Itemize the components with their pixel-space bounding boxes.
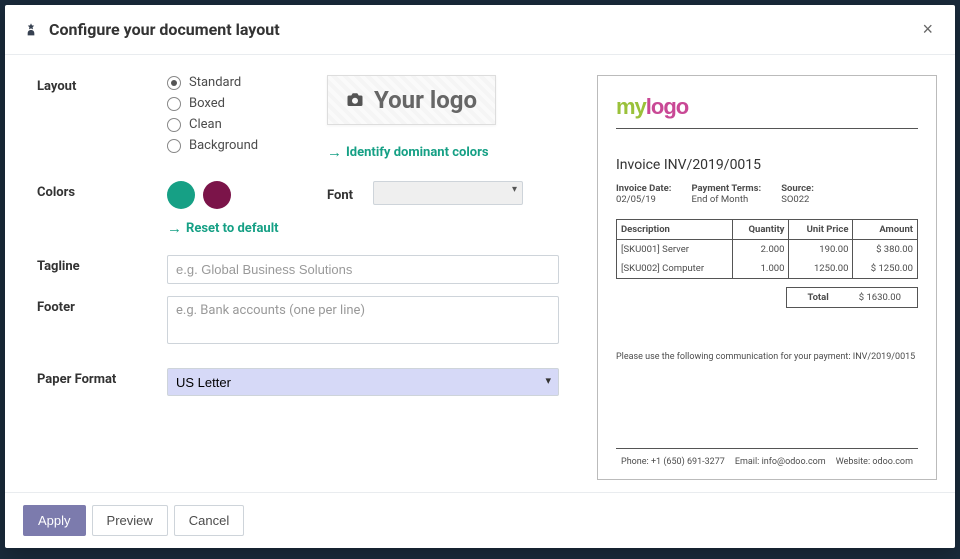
modal-footer: Apply Preview Cancel [5, 492, 955, 548]
table-row: [SKU001] Server 2.000 190.00 $ 380.00 [617, 240, 918, 260]
reset-colors-link[interactable]: → Reset to default [167, 219, 279, 237]
color-swatch-primary[interactable] [167, 181, 195, 209]
radio-icon [167, 139, 181, 153]
preview-button[interactable]: Preview [92, 505, 168, 536]
colors-label: Colors [37, 181, 167, 200]
layout-radio-boxed[interactable]: Boxed [167, 96, 307, 111]
divider [616, 128, 918, 129]
radio-icon [167, 97, 181, 111]
layout-options: Standard Boxed Clean [167, 75, 307, 159]
cancel-button[interactable]: Cancel [174, 505, 244, 536]
layout-radio-standard[interactable]: Standard [167, 75, 307, 90]
table-row: [SKU002] Computer 1.000 1250.00 $ 1250.0… [617, 259, 918, 279]
modal-title: Configure your document layout [49, 20, 918, 39]
arrow-right-icon: → [167, 219, 182, 237]
preview-invoice-title: Invoice INV/2019/0015 [616, 157, 918, 173]
arrow-right-icon: → [327, 143, 342, 161]
layout-radio-clean[interactable]: Clean [167, 117, 307, 132]
logo-placeholder-text: Your logo [374, 86, 477, 114]
modal-header: Configure your document layout × [5, 5, 955, 55]
tagline-label: Tagline [37, 255, 167, 274]
preview-total: Total $ 1630.00 [786, 287, 918, 308]
footer-label: Footer [37, 296, 167, 315]
font-select[interactable] [373, 181, 523, 205]
footer-input[interactable] [167, 296, 559, 344]
preview-line-items: Description Quantity Unit Price Amount [… [616, 219, 918, 279]
color-swatch-secondary[interactable] [203, 181, 231, 209]
configure-layout-modal: Configure your document layout × Layout … [5, 5, 955, 548]
preview-meta: Invoice Date: 02/05/19 Payment Terms: En… [616, 183, 918, 205]
tagline-input[interactable] [167, 255, 559, 284]
layout-label: Layout [37, 75, 167, 94]
preview-logo: mylogo [616, 94, 918, 120]
preview-footer: Phone: +1 (650) 691-3277 Email: info@odo… [616, 448, 918, 467]
radio-icon [167, 118, 181, 132]
preview-communication: Please use the following communication f… [616, 308, 918, 362]
radio-icon [167, 76, 181, 90]
settings-icon [23, 22, 39, 38]
close-button[interactable]: × [918, 19, 937, 40]
layout-radio-background[interactable]: Background [167, 138, 307, 153]
paper-format-label: Paper Format [37, 368, 167, 387]
paper-format-select[interactable]: US Letter [167, 368, 559, 396]
font-label: Font [327, 184, 353, 203]
identify-colors-link[interactable]: → Identify dominant colors [327, 143, 489, 161]
camera-icon [346, 91, 364, 109]
logo-upload[interactable]: Your logo [327, 75, 496, 125]
document-preview: mylogo Invoice INV/2019/0015 Invoice Dat… [597, 75, 937, 480]
apply-button[interactable]: Apply [23, 505, 86, 536]
